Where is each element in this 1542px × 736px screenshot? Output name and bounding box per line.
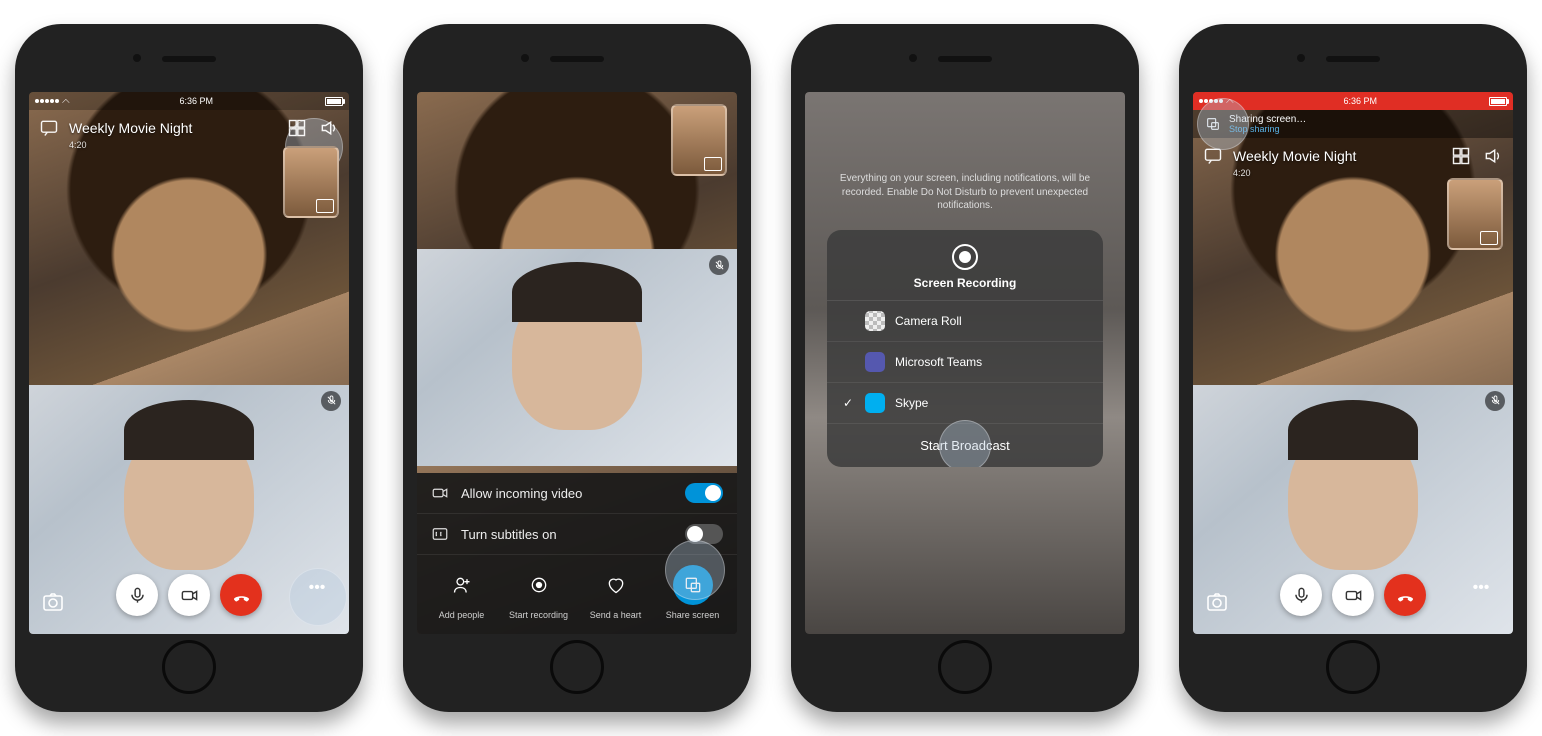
add-people-label: Add people — [439, 610, 485, 620]
screen-recording-title: Screen Recording — [827, 276, 1103, 290]
status-time: 6:36 PM — [1344, 96, 1378, 106]
screen-recording-card: Screen Recording Camera Roll Microsoft T… — [827, 230, 1103, 467]
allow-incoming-label: Allow incoming video — [461, 486, 582, 501]
sharing-title: Sharing screen… — [1229, 114, 1306, 125]
allow-incoming-video-row[interactable]: Allow incoming video — [417, 473, 737, 514]
start-broadcast-button[interactable]: Start Broadcast — [827, 424, 1103, 467]
call-title: Weekly Movie Night — [1233, 148, 1356, 164]
subtitles-toggle[interactable] — [685, 524, 723, 544]
more-button[interactable]: ••• — [297, 568, 337, 608]
broadcast-hint: Everything on your screen, including not… — [825, 172, 1105, 213]
self-video[interactable] — [417, 249, 737, 466]
start-recording-label: Start recording — [509, 610, 568, 620]
chat-icon[interactable] — [1203, 146, 1223, 166]
mic-button[interactable] — [1280, 574, 1322, 616]
hangup-button[interactable] — [1384, 574, 1426, 616]
battery-icon — [1489, 97, 1507, 106]
wifi-icon — [1226, 96, 1234, 107]
stop-sharing-link[interactable]: Stop sharing — [1229, 125, 1306, 135]
home-button[interactable] — [1326, 640, 1380, 694]
call-duration: 4:20 — [1233, 168, 1251, 178]
call-duration: 4:20 — [69, 140, 87, 150]
grid-view-icon[interactable] — [287, 118, 307, 138]
picture-in-picture[interactable] — [671, 104, 727, 176]
screen: Allow incoming video Turn subtitles on A… — [417, 92, 737, 634]
grid-view-icon[interactable] — [1451, 146, 1471, 166]
share-screen-icon — [1205, 116, 1221, 132]
send-heart-button[interactable]: Send a heart — [586, 565, 646, 620]
skype-label: Skype — [895, 396, 928, 410]
speaker-icon[interactable] — [1483, 146, 1503, 166]
add-people-button[interactable]: Add people — [432, 565, 492, 620]
app-option-skype[interactable]: ✓ Skype — [827, 383, 1103, 424]
more-button[interactable]: ••• — [1461, 568, 1501, 608]
home-button[interactable] — [550, 640, 604, 694]
swap-camera-icon — [316, 199, 334, 213]
share-screen-label: Share screen — [666, 610, 720, 620]
screen: Everything on your screen, including not… — [805, 92, 1125, 634]
swap-camera-icon — [704, 157, 722, 171]
camera-roll-label: Camera Roll — [895, 314, 962, 328]
allow-incoming-toggle[interactable] — [685, 483, 723, 503]
home-button[interactable] — [938, 640, 992, 694]
start-recording-button[interactable]: Start recording — [509, 565, 569, 620]
subtitles-label: Turn subtitles on — [461, 527, 557, 542]
status-bar-recording[interactable]: 6:36 PM — [1193, 92, 1513, 110]
teams-icon — [865, 352, 885, 372]
skype-icon — [865, 393, 885, 413]
video-icon — [431, 484, 449, 502]
battery-icon — [325, 97, 343, 106]
cc-icon — [431, 525, 449, 543]
speaker-icon[interactable] — [319, 118, 339, 138]
phone-frame: Everything on your screen, including not… — [791, 24, 1139, 712]
app-option-teams[interactable]: Microsoft Teams — [827, 342, 1103, 383]
camera-button[interactable] — [1332, 574, 1374, 616]
call-header: Weekly Movie Night 4:20 — [1193, 138, 1513, 174]
checkmark-icon: ✓ — [841, 396, 855, 410]
hangup-button[interactable] — [220, 574, 262, 616]
muted-icon — [709, 255, 729, 275]
camera-roll-icon — [865, 311, 885, 331]
home-button[interactable] — [162, 640, 216, 694]
start-broadcast-label: Start Broadcast — [920, 438, 1010, 453]
picture-in-picture[interactable] — [1447, 178, 1503, 250]
teams-label: Microsoft Teams — [895, 355, 982, 369]
send-heart-label: Send a heart — [590, 610, 642, 620]
phone-frame: 6:36 PM Weekly Movie Night 4:20 ••• — [15, 24, 363, 712]
status-time: 6:36 PM — [180, 96, 214, 106]
subtitles-row[interactable]: Turn subtitles on — [417, 514, 737, 555]
screen: 6:36 PM Sharing screen… Stop sharing Wee… — [1193, 92, 1513, 634]
app-option-camera-roll[interactable]: Camera Roll — [827, 301, 1103, 342]
screen: 6:36 PM Weekly Movie Night 4:20 ••• — [29, 92, 349, 634]
phone-frame: 6:36 PM Sharing screen… Stop sharing Wee… — [1179, 24, 1527, 712]
wifi-icon — [62, 96, 70, 107]
sharing-banner[interactable]: Sharing screen… Stop sharing — [1193, 110, 1513, 138]
call-title: Weekly Movie Night — [69, 120, 192, 136]
chat-icon[interactable] — [39, 118, 59, 138]
camera-button[interactable] — [168, 574, 210, 616]
share-screen-button[interactable]: Share screen — [663, 565, 723, 620]
mic-button[interactable] — [116, 574, 158, 616]
muted-icon — [321, 391, 341, 411]
call-options-sheet: Allow incoming video Turn subtitles on A… — [417, 473, 737, 634]
call-header: Weekly Movie Night 4:20 — [29, 110, 349, 146]
phone-frame: Allow incoming video Turn subtitles on A… — [403, 24, 751, 712]
picture-in-picture[interactable] — [283, 146, 339, 218]
muted-icon — [1485, 391, 1505, 411]
status-bar: 6:36 PM — [29, 92, 349, 110]
swap-camera-icon — [1480, 231, 1498, 245]
record-icon — [952, 244, 978, 270]
